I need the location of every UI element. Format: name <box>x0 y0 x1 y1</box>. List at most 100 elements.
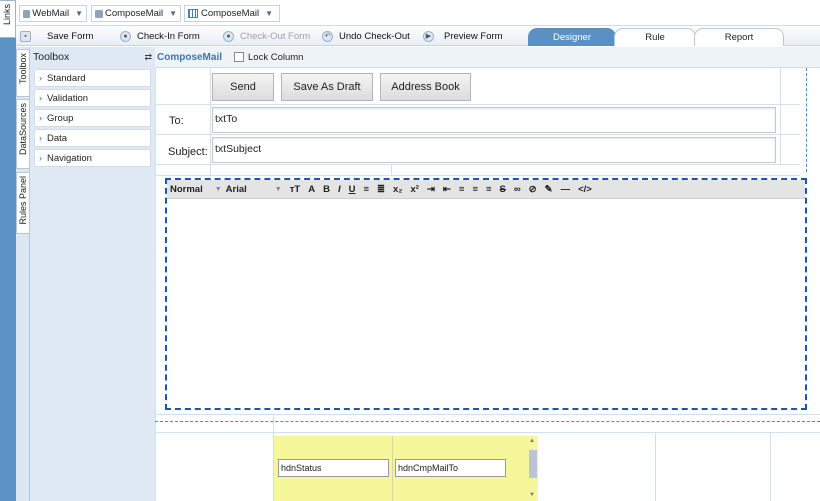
crumb-webmail[interactable]: WebMail ▼ <box>19 5 87 22</box>
toolbox-item-validation[interactable]: › Validation <box>34 89 151 107</box>
form-canvas: Send Save As Draft Address Book To: txtT… <box>155 68 820 501</box>
crumb-composemail-1[interactable]: ComposeMail ▼ <box>91 5 181 22</box>
preview-form-button[interactable]: ▶ Preview Form <box>423 28 503 44</box>
align-right-icon[interactable]: ≡ <box>486 184 492 195</box>
chevron-down-icon[interactable]: ▼ <box>169 9 177 18</box>
crumb-label: ComposeMail <box>105 8 164 19</box>
undo-checkout-button[interactable]: ↶ Undo Check-Out <box>322 28 410 44</box>
rules-panel-tab-label: Rules Panel <box>18 176 28 225</box>
save-form-button[interactable]: ▪ Save Form <box>20 28 93 44</box>
grid-line <box>155 175 800 176</box>
toolbox-tab[interactable]: Toolbox <box>16 49 30 97</box>
scroll-thumb[interactable] <box>529 450 537 478</box>
ordered-list-icon[interactable]: ≡ <box>363 184 369 195</box>
toolbox-item-group[interactable]: › Group <box>34 109 151 127</box>
vertical-scrollbar[interactable]: ▲ ▼ <box>528 438 538 499</box>
chevron-right-icon: › <box>39 133 42 143</box>
toolbox-item-standard[interactable]: › Standard <box>34 69 151 87</box>
font-size-icon[interactable]: тT <box>290 184 300 195</box>
crumb-label: WebMail <box>32 8 70 19</box>
column-guide <box>806 68 807 172</box>
hdn-mail-to-field[interactable]: hdnCmpMailTo <box>395 459 506 477</box>
eraser-icon[interactable]: ✎ <box>545 184 553 195</box>
rich-text-editor[interactable]: Normal ▼ Arial ▼ тT A B I U ≡ ≣ x₂ x² ⇥ … <box>165 178 807 410</box>
horizontal-rule-icon[interactable]: — <box>561 184 571 195</box>
rules-panel-tab[interactable]: Rules Panel <box>16 172 30 234</box>
bold-icon[interactable]: B <box>323 184 330 195</box>
font-color-icon[interactable]: A <box>308 184 315 195</box>
chevron-down-icon[interactable]: ▼ <box>75 9 83 18</box>
toolbox-item-label: Data <box>47 132 68 144</box>
grid-line <box>155 164 800 165</box>
subject-field[interactable]: txtSubject <box>212 137 776 163</box>
tab-designer-label: Designer <box>552 32 592 43</box>
code-view-icon[interactable]: </> <box>578 184 592 195</box>
toolbox-tab-label: Toolbox <box>18 53 28 85</box>
chevron-right-icon: › <box>39 113 42 123</box>
italic-icon[interactable]: I <box>338 184 341 195</box>
send-button[interactable]: Send <box>212 73 274 101</box>
outdent-icon[interactable]: ⇤ <box>443 184 451 195</box>
paragraph-style-select[interactable]: Normal <box>170 184 203 195</box>
toolbox-item-label: Validation <box>47 92 89 104</box>
address-book-button[interactable]: Address Book <box>380 73 471 101</box>
checkout-form-button[interactable]: ● Check-Out Form <box>223 28 310 44</box>
save-icon: ▪ <box>20 30 31 42</box>
toolbox-panel: Toolbox ⇄ › Standard › Validation › Grou… <box>30 47 155 501</box>
save-as-draft-button[interactable]: Save As Draft <box>281 73 373 101</box>
link-icon[interactable]: ∞ <box>514 184 521 195</box>
superscript-icon[interactable]: x² <box>411 184 419 195</box>
toolbox-item-label: Standard <box>47 72 86 84</box>
lock-column-label: Lock Column <box>248 51 304 63</box>
subscript-icon[interactable]: x₂ <box>393 184 403 195</box>
datasources-tab[interactable]: DataSources <box>16 99 30 169</box>
align-center-icon[interactable]: ≡ <box>472 184 478 195</box>
chevron-down-icon[interactable]: ▼ <box>265 9 273 18</box>
scroll-down-icon[interactable]: ▼ <box>529 492 535 498</box>
toolbox-header: Toolbox ⇄ <box>30 47 155 67</box>
checkin-form-button[interactable]: ● Check-In Form <box>120 28 200 44</box>
grid-line <box>155 104 800 105</box>
align-left-icon[interactable]: ≡ <box>459 184 465 195</box>
tab-designer[interactable]: Designer <box>528 28 616 46</box>
play-icon: ▶ <box>423 30 434 42</box>
unlink-icon[interactable]: ⊘ <box>529 184 537 195</box>
tab-report-label: Report <box>724 32 754 43</box>
undo-icon: ↶ <box>322 30 333 42</box>
checkout-form-label: Check-Out Form <box>240 30 311 42</box>
toolbox-item-navigation[interactable]: › Navigation <box>34 149 151 167</box>
tab-rule[interactable]: Rule <box>614 28 696 46</box>
to-label: To: <box>169 115 184 127</box>
grid-line <box>392 436 393 501</box>
crumb-composemail-2[interactable]: ComposeMail ▼ <box>184 5 280 22</box>
left-rail: Links <box>0 0 16 501</box>
save-form-label: Save Form <box>47 30 94 42</box>
grid-line <box>391 164 392 176</box>
chevron-down-icon: ▼ <box>274 185 282 193</box>
grid-line <box>155 134 800 135</box>
hdn-status-field[interactable]: hdnStatus <box>278 459 389 477</box>
scroll-up-icon[interactable]: ▲ <box>529 438 535 444</box>
indent-icon[interactable]: ⇥ <box>427 184 435 195</box>
chevron-right-icon: › <box>39 153 42 163</box>
grid-line <box>210 68 211 175</box>
chevron-down-icon: ▼ <box>214 185 222 193</box>
lock-icon: ● <box>223 30 234 42</box>
grid-line <box>155 432 820 433</box>
send-button-label: Send <box>230 81 256 93</box>
swap-icon[interactable]: ⇄ <box>144 52 152 63</box>
links-tab[interactable]: Links <box>0 0 16 38</box>
tab-report[interactable]: Report <box>694 28 784 46</box>
lock-column-checkbox[interactable] <box>234 52 245 62</box>
grid-line <box>155 414 820 415</box>
unordered-list-icon[interactable]: ≣ <box>377 184 385 195</box>
editor-toolbar: Normal ▼ Arial ▼ тT A B I U ≡ ≣ x₂ x² ⇥ … <box>167 180 805 199</box>
font-select[interactable]: Arial <box>226 184 247 195</box>
underline-icon[interactable]: U <box>349 184 356 195</box>
links-tab-label: Links <box>2 4 12 26</box>
toolbox-item-data[interactable]: › Data <box>34 129 151 147</box>
to-field[interactable]: txtTo <box>212 107 776 133</box>
lock-icon: ● <box>120 30 131 42</box>
strikethrough-icon[interactable]: S <box>500 184 506 195</box>
grid-line <box>655 432 656 501</box>
